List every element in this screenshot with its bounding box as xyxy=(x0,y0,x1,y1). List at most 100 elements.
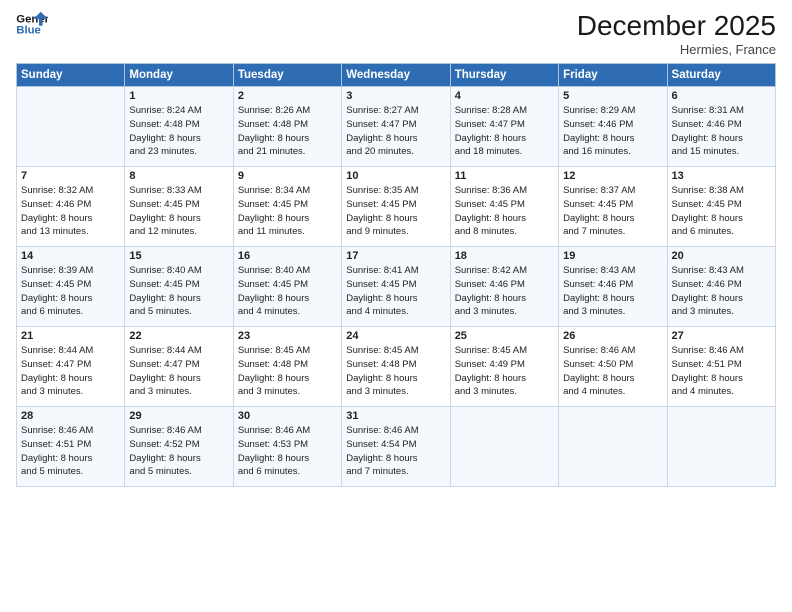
day-info: Sunrise: 8:45 AMSunset: 4:48 PMDaylight:… xyxy=(238,345,310,397)
day-cell: 5 Sunrise: 8:29 AMSunset: 4:46 PMDayligh… xyxy=(559,87,667,167)
day-cell: 2 Sunrise: 8:26 AMSunset: 4:48 PMDayligh… xyxy=(233,87,341,167)
day-cell: 31 Sunrise: 8:46 AMSunset: 4:54 PMDaylig… xyxy=(342,407,450,487)
day-number: 1 xyxy=(129,90,228,102)
day-cell: 10 Sunrise: 8:35 AMSunset: 4:45 PMDaylig… xyxy=(342,167,450,247)
day-number: 3 xyxy=(346,90,445,102)
day-number: 27 xyxy=(672,330,771,342)
day-number: 15 xyxy=(129,250,228,262)
day-info: Sunrise: 8:27 AMSunset: 4:47 PMDaylight:… xyxy=(346,105,418,157)
day-cell: 8 Sunrise: 8:33 AMSunset: 4:45 PMDayligh… xyxy=(125,167,233,247)
day-info: Sunrise: 8:46 AMSunset: 4:52 PMDaylight:… xyxy=(129,425,201,477)
day-cell: 11 Sunrise: 8:36 AMSunset: 4:45 PMDaylig… xyxy=(450,167,558,247)
day-number: 12 xyxy=(563,170,662,182)
day-info: Sunrise: 8:46 AMSunset: 4:51 PMDaylight:… xyxy=(672,345,744,397)
day-cell: 25 Sunrise: 8:45 AMSunset: 4:49 PMDaylig… xyxy=(450,327,558,407)
day-cell: 24 Sunrise: 8:45 AMSunset: 4:48 PMDaylig… xyxy=(342,327,450,407)
day-info: Sunrise: 8:42 AMSunset: 4:46 PMDaylight:… xyxy=(455,265,527,317)
day-number: 13 xyxy=(672,170,771,182)
day-info: Sunrise: 8:46 AMSunset: 4:53 PMDaylight:… xyxy=(238,425,310,477)
col-thursday: Thursday xyxy=(450,64,558,87)
day-number: 10 xyxy=(346,170,445,182)
day-info: Sunrise: 8:36 AMSunset: 4:45 PMDaylight:… xyxy=(455,185,527,237)
day-number: 20 xyxy=(672,250,771,262)
day-info: Sunrise: 8:46 AMSunset: 4:50 PMDaylight:… xyxy=(563,345,635,397)
day-number: 25 xyxy=(455,330,554,342)
calendar-container: General Blue December 2025 Hermies, Fran… xyxy=(0,0,792,612)
col-wednesday: Wednesday xyxy=(342,64,450,87)
day-info: Sunrise: 8:24 AMSunset: 4:48 PMDaylight:… xyxy=(129,105,201,157)
day-info: Sunrise: 8:39 AMSunset: 4:45 PMDaylight:… xyxy=(21,265,93,317)
col-sunday: Sunday xyxy=(17,64,125,87)
week-row-0: 1 Sunrise: 8:24 AMSunset: 4:48 PMDayligh… xyxy=(17,87,776,167)
week-row-4: 28 Sunrise: 8:46 AMSunset: 4:51 PMDaylig… xyxy=(17,407,776,487)
day-info: Sunrise: 8:31 AMSunset: 4:46 PMDaylight:… xyxy=(672,105,744,157)
day-cell: 13 Sunrise: 8:38 AMSunset: 4:45 PMDaylig… xyxy=(667,167,775,247)
day-number: 19 xyxy=(563,250,662,262)
day-cell: 16 Sunrise: 8:40 AMSunset: 4:45 PMDaylig… xyxy=(233,247,341,327)
week-row-3: 21 Sunrise: 8:44 AMSunset: 4:47 PMDaylig… xyxy=(17,327,776,407)
logo-icon: General Blue xyxy=(16,10,48,38)
title-block: December 2025 Hermies, France xyxy=(577,10,776,57)
day-cell: 30 Sunrise: 8:46 AMSunset: 4:53 PMDaylig… xyxy=(233,407,341,487)
day-info: Sunrise: 8:37 AMSunset: 4:45 PMDaylight:… xyxy=(563,185,635,237)
day-cell: 9 Sunrise: 8:34 AMSunset: 4:45 PMDayligh… xyxy=(233,167,341,247)
day-info: Sunrise: 8:43 AMSunset: 4:46 PMDaylight:… xyxy=(672,265,744,317)
week-row-2: 14 Sunrise: 8:39 AMSunset: 4:45 PMDaylig… xyxy=(17,247,776,327)
day-cell: 23 Sunrise: 8:45 AMSunset: 4:48 PMDaylig… xyxy=(233,327,341,407)
day-cell: 3 Sunrise: 8:27 AMSunset: 4:47 PMDayligh… xyxy=(342,87,450,167)
col-monday: Monday xyxy=(125,64,233,87)
day-number: 22 xyxy=(129,330,228,342)
day-cell: 18 Sunrise: 8:42 AMSunset: 4:46 PMDaylig… xyxy=(450,247,558,327)
day-info: Sunrise: 8:46 AMSunset: 4:51 PMDaylight:… xyxy=(21,425,93,477)
day-info: Sunrise: 8:33 AMSunset: 4:45 PMDaylight:… xyxy=(129,185,201,237)
svg-text:Blue: Blue xyxy=(16,25,41,37)
day-cell: 1 Sunrise: 8:24 AMSunset: 4:48 PMDayligh… xyxy=(125,87,233,167)
day-info: Sunrise: 8:29 AMSunset: 4:46 PMDaylight:… xyxy=(563,105,635,157)
day-number: 26 xyxy=(563,330,662,342)
day-number: 31 xyxy=(346,410,445,422)
day-cell: 29 Sunrise: 8:46 AMSunset: 4:52 PMDaylig… xyxy=(125,407,233,487)
day-info: Sunrise: 8:28 AMSunset: 4:47 PMDaylight:… xyxy=(455,105,527,157)
day-number: 4 xyxy=(455,90,554,102)
calendar-header: General Blue December 2025 Hermies, Fran… xyxy=(16,10,776,57)
col-saturday: Saturday xyxy=(667,64,775,87)
day-info: Sunrise: 8:40 AMSunset: 4:45 PMDaylight:… xyxy=(129,265,201,317)
day-number: 21 xyxy=(21,330,120,342)
day-cell: 21 Sunrise: 8:44 AMSunset: 4:47 PMDaylig… xyxy=(17,327,125,407)
day-cell xyxy=(450,407,558,487)
day-number: 14 xyxy=(21,250,120,262)
day-info: Sunrise: 8:45 AMSunset: 4:49 PMDaylight:… xyxy=(455,345,527,397)
day-info: Sunrise: 8:40 AMSunset: 4:45 PMDaylight:… xyxy=(238,265,310,317)
day-cell: 19 Sunrise: 8:43 AMSunset: 4:46 PMDaylig… xyxy=(559,247,667,327)
day-cell: 17 Sunrise: 8:41 AMSunset: 4:45 PMDaylig… xyxy=(342,247,450,327)
day-info: Sunrise: 8:41 AMSunset: 4:45 PMDaylight:… xyxy=(346,265,418,317)
day-number: 9 xyxy=(238,170,337,182)
day-info: Sunrise: 8:44 AMSunset: 4:47 PMDaylight:… xyxy=(129,345,201,397)
day-cell: 12 Sunrise: 8:37 AMSunset: 4:45 PMDaylig… xyxy=(559,167,667,247)
day-number: 23 xyxy=(238,330,337,342)
day-cell: 27 Sunrise: 8:46 AMSunset: 4:51 PMDaylig… xyxy=(667,327,775,407)
day-number: 11 xyxy=(455,170,554,182)
header-row: Sunday Monday Tuesday Wednesday Thursday… xyxy=(17,64,776,87)
day-cell xyxy=(17,87,125,167)
day-info: Sunrise: 8:44 AMSunset: 4:47 PMDaylight:… xyxy=(21,345,93,397)
calendar-thead: Sunday Monday Tuesday Wednesday Thursday… xyxy=(17,64,776,87)
day-number: 29 xyxy=(129,410,228,422)
logo: General Blue xyxy=(16,10,48,38)
day-info: Sunrise: 8:45 AMSunset: 4:48 PMDaylight:… xyxy=(346,345,418,397)
day-info: Sunrise: 8:38 AMSunset: 4:45 PMDaylight:… xyxy=(672,185,744,237)
day-number: 24 xyxy=(346,330,445,342)
day-number: 6 xyxy=(672,90,771,102)
day-cell: 6 Sunrise: 8:31 AMSunset: 4:46 PMDayligh… xyxy=(667,87,775,167)
col-friday: Friday xyxy=(559,64,667,87)
day-cell: 22 Sunrise: 8:44 AMSunset: 4:47 PMDaylig… xyxy=(125,327,233,407)
day-info: Sunrise: 8:32 AMSunset: 4:46 PMDaylight:… xyxy=(21,185,93,237)
day-cell: 28 Sunrise: 8:46 AMSunset: 4:51 PMDaylig… xyxy=(17,407,125,487)
day-cell xyxy=(559,407,667,487)
day-cell xyxy=(667,407,775,487)
month-title: December 2025 xyxy=(577,10,776,42)
day-number: 18 xyxy=(455,250,554,262)
day-number: 5 xyxy=(563,90,662,102)
location: Hermies, France xyxy=(577,42,776,57)
day-number: 7 xyxy=(21,170,120,182)
